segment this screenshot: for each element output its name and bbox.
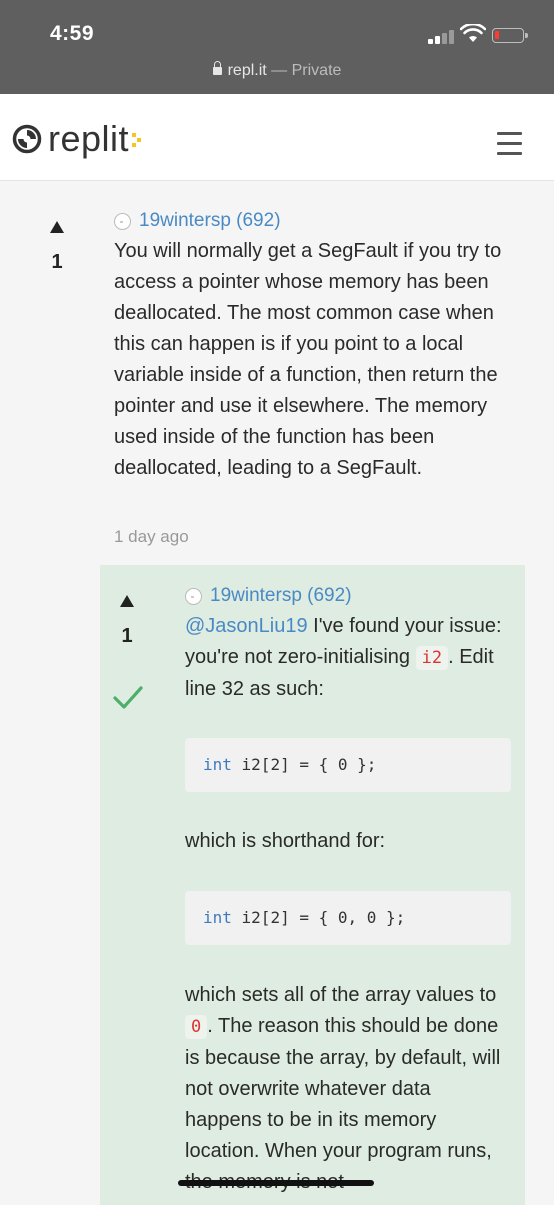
reply-paragraph-3: which sets all of the array values to 0.… <box>185 980 510 1198</box>
author-name: 19wintersp (692) <box>139 210 281 231</box>
user-mention[interactable]: @JasonLiu19 <box>185 615 308 637</box>
code-text: i2[2] = { 0, 0 }; <box>231 908 406 927</box>
cellular-signal-icon <box>428 28 454 44</box>
vote-count: 1 <box>121 625 133 647</box>
address-bar[interactable]: repl.it — Private <box>0 61 554 80</box>
battery-icon <box>492 28 528 43</box>
answer-timestamp: 1 day ago <box>114 527 189 546</box>
url-privacy: — Private <box>266 62 342 79</box>
logo-text: replit <box>48 118 130 159</box>
answer-body: You will normally get a SegFault if you … <box>114 240 502 479</box>
avatar <box>114 212 131 230</box>
url-domain: repl.it <box>227 62 267 79</box>
checkmark-icon <box>113 686 143 709</box>
reply-paragraph-2: which is shorthand for: <box>185 830 386 852</box>
reply-paragraph-1: @JasonLiu19 I've found your issue: you'r… <box>185 611 510 705</box>
reply-text: . The reason this should be done is beca… <box>185 1015 501 1193</box>
logo-dots <box>132 129 142 149</box>
answer-author[interactable]: 19wintersp (692) <box>114 210 281 232</box>
reply-vote: 1 <box>114 595 140 648</box>
code-text: i2[2] = { 0 }; <box>231 755 377 774</box>
lock-icon <box>212 61 222 75</box>
code-keyword: int <box>203 908 232 927</box>
upvote-icon[interactable] <box>120 595 134 607</box>
author-name: 19wintersp (692) <box>210 585 352 606</box>
code-block: int i2[2] = { 0 }; <box>185 738 511 792</box>
upvote-icon[interactable] <box>50 221 64 233</box>
inline-code: i2 <box>415 646 449 670</box>
site-header: replit <box>0 94 554 181</box>
inline-code: 0 <box>185 1015 208 1039</box>
vote-count: 1 <box>51 251 63 273</box>
wifi-icon <box>460 24 486 42</box>
replit-logo-icon <box>12 124 42 154</box>
reply-author[interactable]: 19wintersp (692) <box>185 585 352 607</box>
clock: 4:59 <box>50 22 95 45</box>
answer-vote: 1 <box>44 221 70 274</box>
replit-logo[interactable]: replit <box>12 118 142 160</box>
status-bar: 4:59 repl.it — Private <box>0 0 554 94</box>
code-keyword: int <box>203 755 232 774</box>
avatar <box>185 587 202 605</box>
reply-text: which sets all of the array values to <box>185 984 497 1006</box>
scribble-mark <box>178 1180 374 1186</box>
code-block: int i2[2] = { 0, 0 }; <box>185 891 511 945</box>
hamburger-icon[interactable] <box>497 132 522 162</box>
